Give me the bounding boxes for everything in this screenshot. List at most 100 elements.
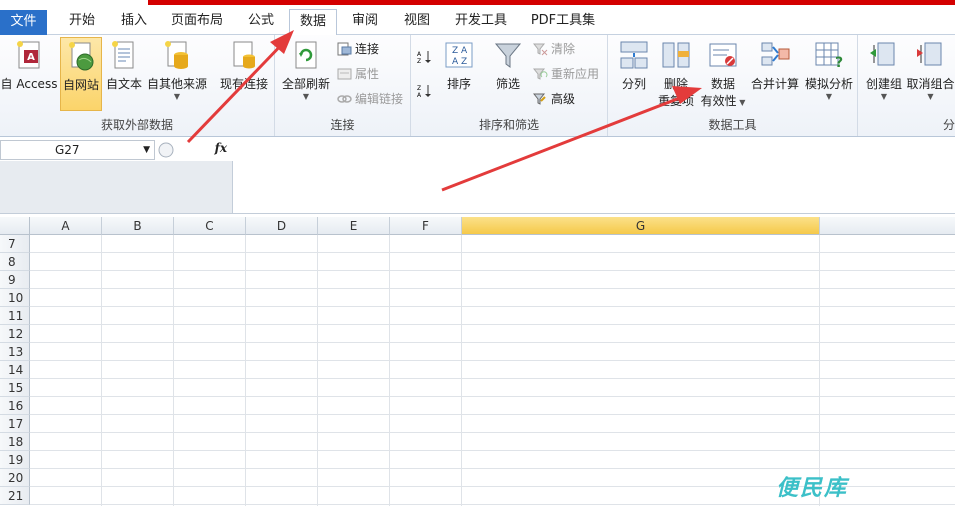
edit-links-button[interactable]: 编辑链接 xyxy=(337,89,403,109)
column-header-g[interactable]: G xyxy=(462,217,820,235)
row-header[interactable]: 8 xyxy=(0,253,30,271)
refresh-all-button[interactable]: 全部刷新 ▼ xyxy=(279,37,333,111)
consolidate-label: 合并计算 xyxy=(750,77,799,91)
refresh-all-label: 全部刷新 xyxy=(281,77,330,91)
group-label-connections: 连接 xyxy=(330,118,355,132)
advanced-filter-icon xyxy=(533,93,546,105)
grid-hline xyxy=(30,306,955,307)
text-to-columns-button[interactable]: 分列 xyxy=(614,37,654,111)
expand-circle-icon[interactable] xyxy=(158,142,174,158)
column-header-d[interactable]: D xyxy=(246,217,318,235)
consolidate-button[interactable]: 合并计算 xyxy=(748,37,802,111)
chevron-down-icon: ▼ xyxy=(825,92,833,101)
reapply-button[interactable]: 重新应用 xyxy=(533,64,599,84)
clear-filter-button[interactable]: 清除 xyxy=(533,39,575,59)
tab-formulas[interactable]: 公式 xyxy=(238,9,284,35)
web-globe-icon xyxy=(69,42,94,71)
filter-button[interactable]: 筛选 xyxy=(489,37,527,111)
row-header[interactable]: 12 xyxy=(0,325,30,343)
row-header[interactable]: 19 xyxy=(0,451,30,469)
ungroup-button[interactable]: 取消组合 ▼ xyxy=(906,37,955,111)
what-if-analysis-button[interactable]: ? 模拟分析 ▼ xyxy=(802,37,856,111)
sort-ascending-button[interactable]: AZ xyxy=(417,47,435,67)
group-label-external-data: 获取外部数据 xyxy=(100,118,173,132)
formula-controls: fx xyxy=(156,140,233,160)
formula-input[interactable] xyxy=(233,140,955,212)
from-other-sources-button[interactable]: 自其他来源 ▼ xyxy=(145,37,209,111)
row-header[interactable]: 10 xyxy=(0,289,30,307)
remove-duplicates-label-2: 重复项 xyxy=(657,94,694,108)
row-header[interactable]: 13 xyxy=(0,343,30,361)
tab-page-layout[interactable]: 页面布局 xyxy=(164,9,230,35)
sort-dialog-icon: Z A A Z xyxy=(445,42,473,68)
tab-file[interactable]: 文件 xyxy=(0,10,47,35)
tab-data[interactable]: 数据 xyxy=(289,9,337,36)
grid-vline xyxy=(819,235,820,506)
row-header[interactable]: 15 xyxy=(0,379,30,397)
column-header-e[interactable]: E xyxy=(318,217,390,235)
group-button[interactable]: 创建组 ▼ xyxy=(862,37,906,111)
column-header-blank xyxy=(820,217,955,235)
group-data-tools: 分列 删除 重复项 数据 有效性 ▼ 合并计算 ? 模拟分析 ▼ 数据工具 xyxy=(608,35,858,136)
grid-hline xyxy=(30,378,955,379)
connections-label: 连接 xyxy=(355,42,380,56)
access-icon: A xyxy=(17,41,40,69)
existing-connections-icon xyxy=(233,41,255,69)
tab-review[interactable]: 审阅 xyxy=(342,9,388,35)
column-header-b[interactable]: B xyxy=(102,217,174,235)
chevron-down-icon: ▼ xyxy=(880,92,888,101)
from-access-button[interactable]: A 自 Access xyxy=(0,37,58,111)
remove-duplicates-button[interactable]: 删除 重复项 xyxy=(656,37,696,111)
svg-text:?: ? xyxy=(835,55,843,71)
row-header[interactable]: 21 xyxy=(0,487,30,505)
text-file-icon xyxy=(112,41,134,69)
chevron-down-icon[interactable]: ▼ xyxy=(143,141,150,159)
group-sort-filter: AZ ZA Z A A Z 排序 筛选 清除 重新应用 高级 排序和筛选 xyxy=(411,35,608,136)
row-header[interactable]: 20 xyxy=(0,469,30,487)
what-if-label: 模拟分析 xyxy=(804,77,853,91)
tab-insert[interactable]: 插入 xyxy=(110,9,158,35)
from-text-button[interactable]: 自文本 xyxy=(103,37,145,111)
row-header[interactable]: 7 xyxy=(0,235,30,253)
column-header-a[interactable]: A xyxy=(30,217,102,235)
row-header[interactable]: 16 xyxy=(0,397,30,415)
tab-home[interactable]: 开始 xyxy=(58,9,106,35)
tab-view[interactable]: 视图 xyxy=(394,9,440,35)
chevron-down-icon: ▼ xyxy=(302,92,310,101)
clear-label: 清除 xyxy=(551,42,576,56)
grid-hline xyxy=(30,396,955,397)
from-web-button[interactable]: 自网站 xyxy=(60,37,102,111)
column-header-c[interactable]: C xyxy=(174,217,246,235)
from-other-sources-label: 自其他来源 xyxy=(146,77,207,91)
select-all-corner[interactable] xyxy=(0,217,30,235)
tab-developer[interactable]: 开发工具 xyxy=(448,9,514,35)
sort-button[interactable]: Z A A Z 排序 xyxy=(441,37,477,111)
refresh-icon xyxy=(295,41,317,69)
filter-funnel-icon xyxy=(494,43,522,68)
insert-function-button[interactable]: fx xyxy=(215,141,227,155)
sort-descending-button[interactable]: ZA xyxy=(417,81,435,101)
name-box-value: G27 xyxy=(55,143,80,157)
clear-filter-icon xyxy=(533,43,548,56)
row-header[interactable]: 11 xyxy=(0,307,30,325)
name-box[interactable]: G27 ▼ xyxy=(0,140,155,160)
properties-button[interactable]: 属性 xyxy=(337,64,379,84)
column-header-f[interactable]: F xyxy=(390,217,462,235)
existing-connections-button[interactable]: 现有连接 xyxy=(216,37,272,111)
from-text-label: 自文本 xyxy=(105,77,142,91)
grid-hline xyxy=(30,342,955,343)
svg-text:A: A xyxy=(27,52,35,63)
data-validation-label-2: 有效性 xyxy=(700,94,737,108)
group-label-outline: 分 xyxy=(942,118,955,132)
worksheet-grid[interactable]: A B C D E F G 7 8 9 10 11 12 13 14 15 16… xyxy=(0,217,955,506)
group-label-sort-filter: 排序和筛选 xyxy=(478,118,539,132)
data-validation-button[interactable]: 数据 有效性 ▼ xyxy=(698,37,748,111)
row-header[interactable]: 9 xyxy=(0,271,30,289)
row-header[interactable]: 17 xyxy=(0,415,30,433)
advanced-filter-button[interactable]: 高级 xyxy=(533,89,575,109)
row-header[interactable]: 18 xyxy=(0,433,30,451)
connections-button[interactable]: 连接 xyxy=(337,39,379,59)
row-header[interactable]: 14 xyxy=(0,361,30,379)
tab-pdf-tools[interactable]: PDF工具集 xyxy=(525,9,601,35)
group-connections: 全部刷新 ▼ 连接 属性 编辑链接 连接 xyxy=(275,35,411,136)
